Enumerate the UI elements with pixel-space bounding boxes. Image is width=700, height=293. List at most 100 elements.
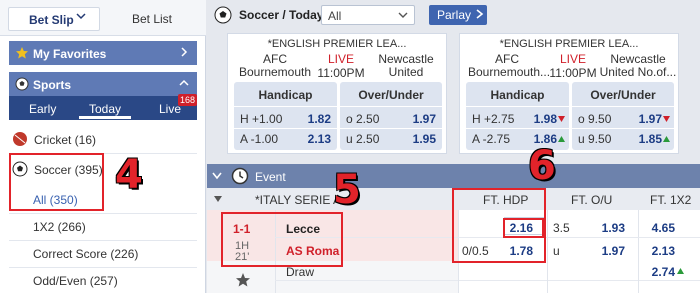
tab-today[interactable]: Today	[89, 102, 121, 116]
betslip-tabs: Bet Slip Bet List	[0, 0, 206, 36]
live-status: LIVE	[327, 52, 354, 66]
match-card[interactable]: *ENGLISH PREMIER LEA... AFC Bournemouth..…	[459, 33, 679, 154]
hdp-odd[interactable]: 1.98	[534, 112, 557, 126]
sidebar: Bet Slip Bet List My Favorites Sports Ea…	[0, 0, 206, 293]
away-team: Newcastle United No.of...	[598, 53, 678, 79]
ou-odd[interactable]: 1.97	[639, 112, 662, 126]
header: Soccer / Today All Parlay	[207, 0, 700, 30]
league-name: *ENGLISH PREMIER LEA...	[499, 38, 639, 50]
divider	[458, 261, 459, 293]
sports-bar[interactable]: Sports	[9, 72, 197, 96]
handicap-header: Handicap	[490, 88, 545, 102]
ou-line: o 2.50	[346, 112, 380, 126]
live-status: LIVE	[559, 52, 586, 66]
chevron-down-icon	[214, 196, 222, 202]
soccer-sub-correct-score[interactable]: Correct Score (226)	[33, 247, 138, 261]
my-favorites-bar[interactable]: My Favorites	[9, 41, 197, 65]
column-header-ft-ou: FT. O/U	[571, 193, 613, 207]
over-under-header: Over/Under	[590, 88, 656, 102]
ou-line: 3.5	[553, 221, 570, 235]
soccer-sub-odd-even[interactable]: Odd/Even (257)	[33, 274, 118, 288]
page-title: Soccer / Today	[239, 8, 324, 22]
chevron-down-icon	[76, 13, 86, 20]
away-team: Newcastle United	[366, 53, 446, 79]
active-tab-indicator	[79, 116, 131, 119]
home-team: AFC Bournemouth...	[468, 53, 551, 79]
divider	[572, 128, 674, 129]
event-section-header[interactable]: Event	[207, 164, 700, 188]
divider	[547, 261, 548, 293]
highlight-box-odd	[503, 218, 544, 238]
time-filter-tabs: Early Today Live 168	[9, 94, 198, 120]
divider	[234, 128, 337, 129]
hdp-line: A -2.75	[472, 132, 511, 146]
parlay-button[interactable]: Parlay	[429, 5, 487, 25]
column-header-ft-1x2: FT. 1X2	[650, 193, 692, 207]
match-time: 11:00PM	[317, 66, 365, 80]
league-name: *ITALY SERIE A	[255, 193, 342, 207]
over-under-header: Over/Under	[358, 88, 424, 102]
ou-odd[interactable]: 1.97	[413, 112, 436, 126]
star-icon	[16, 47, 28, 59]
handicap-market: Handicap H +2.75 1.98 A -2.75 1.86	[466, 82, 569, 150]
hdp-odd[interactable]: 1.82	[308, 112, 331, 126]
cricket-label: Cricket (16)	[34, 133, 97, 147]
tab-bet-list[interactable]: Bet List	[104, 12, 200, 26]
hdp-line: H +2.75	[472, 112, 515, 126]
chevron-up-icon	[179, 79, 189, 86]
hdp-line: A -1.00	[240, 132, 279, 146]
soccer-sub-1x2[interactable]: 1X2 (266)	[33, 220, 86, 234]
tab-early[interactable]: Early	[29, 102, 56, 116]
ou-under-label: u	[553, 244, 560, 258]
divider	[572, 106, 674, 107]
star-icon[interactable]	[235, 272, 251, 288]
1x2-home-odd[interactable]: 4.65	[647, 221, 675, 235]
chevron-right-icon	[476, 9, 484, 19]
match-time: 11:00PM	[549, 66, 597, 80]
cricket-ball-icon	[13, 132, 27, 146]
odds-down-arrow-icon	[663, 116, 670, 122]
league-name: *ENGLISH PREMIER LEA...	[267, 38, 407, 50]
hdp-line: H +1.00	[240, 112, 283, 126]
ou-odd[interactable]: 1.85	[639, 132, 662, 146]
market-filter-select[interactable]: All	[321, 5, 415, 25]
divider	[466, 128, 569, 129]
soccer-ball-icon	[214, 6, 232, 24]
market-filter-value: All	[328, 9, 342, 23]
soccer-ball-icon	[15, 77, 29, 91]
ou-odd[interactable]: 1.95	[413, 132, 436, 146]
divider	[275, 280, 700, 281]
sports-label: Sports	[33, 78, 72, 92]
event-label: Event	[255, 170, 286, 184]
home-team-line: Bournemouth...	[468, 65, 551, 79]
chevron-down-icon	[212, 172, 222, 180]
live-count-badge: 168	[178, 94, 198, 106]
ou-under-odd[interactable]: 1.97	[597, 244, 625, 258]
over-under-market: Over/Under o 9.50 1.97 u 9.50 1.85	[572, 82, 674, 150]
home-team: AFC Bournemouth	[236, 53, 314, 79]
1x2-away-odd[interactable]: 2.13	[647, 244, 675, 258]
over-under-market: Over/Under o 2.50 1.97 u 2.50 1.95	[340, 82, 442, 150]
1x2-draw-odd[interactable]: 2.74	[647, 265, 675, 279]
divider	[9, 240, 197, 241]
ou-over-odd[interactable]: 1.93	[597, 221, 625, 235]
divider	[340, 128, 442, 129]
annotation-number: 5	[333, 167, 361, 213]
hdp-odd[interactable]: 2.13	[308, 132, 331, 146]
odds-up-arrow-icon	[677, 268, 684, 274]
divider	[638, 261, 639, 293]
divider	[466, 106, 569, 107]
match-card[interactable]: *ENGLISH PREMIER LEA... AFC Bournemouth L…	[227, 33, 447, 154]
my-favorites-label: My Favorites	[33, 47, 107, 61]
parlay-label: Parlay	[437, 8, 472, 22]
tab-bet-slip-label: Bet Slip	[29, 13, 74, 27]
clock-icon	[231, 167, 249, 185]
divider	[9, 267, 197, 268]
divider	[9, 213, 197, 214]
chevron-right-icon	[181, 47, 188, 57]
away-team-line: United No.of...	[599, 65, 677, 79]
tab-bet-slip[interactable]: Bet Slip	[8, 7, 100, 31]
divider	[234, 106, 337, 107]
divider	[340, 106, 442, 107]
ou-line: u 2.50	[346, 132, 380, 146]
